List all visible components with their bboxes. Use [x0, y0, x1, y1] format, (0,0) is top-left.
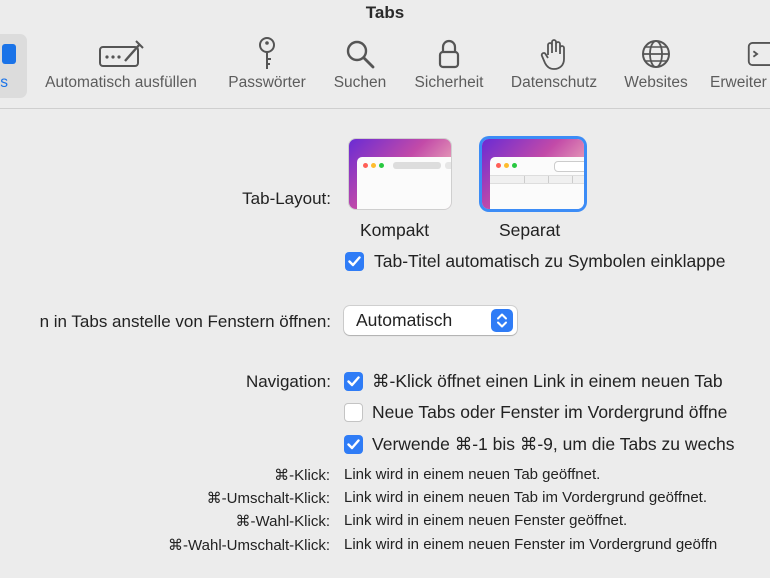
- foreground-tabs-checkbox[interactable]: [344, 403, 363, 422]
- toolbar-item-label: Sicherheit: [414, 74, 484, 91]
- hand-icon: [502, 34, 606, 74]
- navigation-label: Navigation:: [245, 372, 331, 391]
- toolbar-divider: [0, 108, 770, 109]
- layout-option-compact-label: Kompakt: [360, 220, 430, 240]
- chevron-updown-icon: [491, 309, 513, 332]
- shortcut-description: Link wird in einem neuen Tab im Vordergr…: [344, 489, 708, 506]
- tab-layout-label: Tab-Layout:: [242, 189, 331, 208]
- open-pages-select[interactable]: Automatisch: [344, 306, 517, 335]
- checkmark-icon: [348, 256, 361, 267]
- toolbar-item-label: s: [0, 74, 8, 91]
- preferences-toolbar: s Automatisch ausfüllen Passwörter Suche…: [0, 0, 770, 108]
- cmd-number-checkbox[interactable]: [344, 435, 363, 454]
- checkmark-icon: [347, 376, 360, 387]
- cmd-number-label: Verwende ⌘-1 bis ⌘-9, um die Tabs zu wec…: [372, 434, 735, 454]
- foreground-tabs-label: Neue Tabs oder Fenster im Vordergrund öf…: [372, 402, 728, 422]
- shortcut-key: ⌘-Klick:: [274, 467, 330, 484]
- toolbar-item-websites[interactable]: Websites: [618, 34, 694, 98]
- toolbar-item-label: Erweiter: [710, 74, 767, 91]
- shortcut-description: Link wird in einem neuen Tab geöffnet.: [344, 466, 601, 483]
- toolbar-item-autofill[interactable]: Automatisch ausfüllen: [36, 34, 206, 98]
- shortcut-description: Link wird in einem neuen Fenster geöffne…: [344, 512, 628, 529]
- toolbar-item-tabs[interactable]: s: [0, 34, 27, 98]
- cmd-click-checkbox[interactable]: [344, 372, 363, 391]
- layout-thumbnail-compact[interactable]: [349, 139, 451, 209]
- toolbar-item-label: Suchen: [333, 74, 387, 91]
- toolbar-item-advanced[interactable]: Erweiter: [706, 34, 770, 98]
- toolbar-item-passwords[interactable]: Passwörter: [222, 34, 312, 98]
- collapse-titles-checkbox[interactable]: [345, 252, 364, 271]
- layout-option-separate-label: Separat: [499, 220, 561, 240]
- shortcut-description: Link wird in einem neuen Fenster im Vord…: [344, 536, 718, 553]
- advanced-icon: [706, 34, 770, 74]
- toolbar-item-label: Websites: [624, 74, 688, 91]
- toolbar-item-label: Datenschutz: [510, 74, 598, 91]
- key-icon: [222, 34, 312, 74]
- open-pages-label: n in Tabs anstelle von Fenstern öffnen:: [39, 312, 331, 331]
- autofill-icon: [36, 34, 206, 74]
- globe-icon: [618, 34, 694, 74]
- checkmark-icon: [347, 439, 360, 450]
- toolbar-item-label: Automatisch ausfüllen: [45, 74, 197, 91]
- lock-icon: [406, 34, 492, 74]
- toolbar-item-security[interactable]: Sicherheit: [406, 34, 492, 98]
- tabs-icon: [0, 34, 27, 74]
- cmd-click-label: ⌘-Klick öffnet einen Link in einem neuen…: [372, 371, 723, 391]
- shortcut-key: ⌘-Umschalt-Klick:: [206, 490, 330, 507]
- shortcut-key: ⌘-Wahl-Umschalt-Klick:: [168, 537, 330, 554]
- search-icon: [328, 34, 392, 74]
- open-pages-select-value: Automatisch: [356, 310, 453, 330]
- layout-thumbnail-separate[interactable]: [482, 139, 584, 209]
- shortcut-key: ⌘-Wahl-Klick:: [235, 513, 330, 530]
- toolbar-item-search[interactable]: Suchen: [328, 34, 392, 98]
- collapse-titles-label: Tab-Titel automatisch zu Symbolen einkla…: [374, 251, 726, 271]
- toolbar-item-privacy[interactable]: Datenschutz: [502, 34, 606, 98]
- toolbar-item-label: Passwörter: [228, 74, 306, 91]
